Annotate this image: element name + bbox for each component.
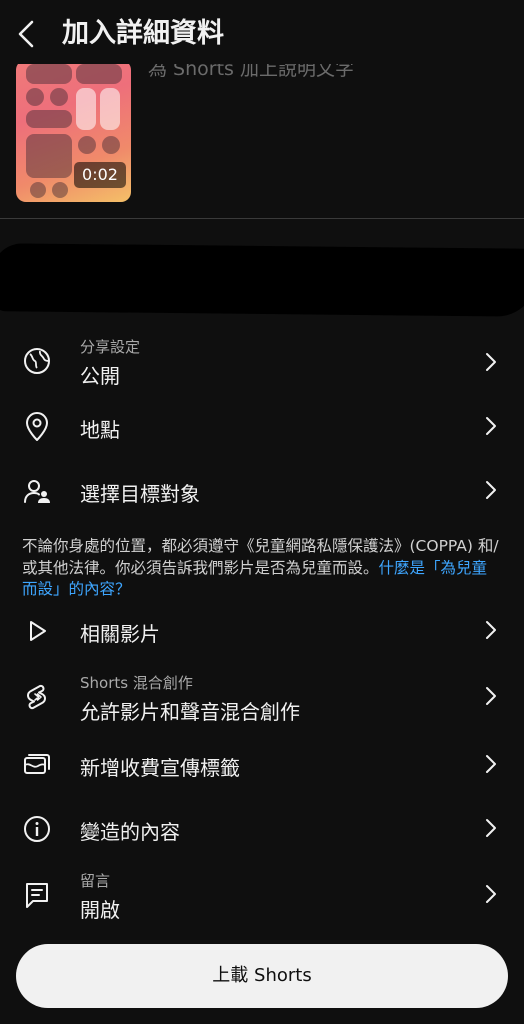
chevron-right-icon [486,885,496,903]
remix-label: Shorts 混合創作 [80,674,193,692]
shorts-remix-icon [27,684,46,710]
chevron-right-icon [486,621,496,639]
thumbnail-tile [50,88,68,106]
paid-promotion-label: 新增收費宣傳標籤 [80,756,240,780]
video-preview-row: 為 Shorts 加上說明文字 0:02 [0,64,524,218]
play-icon [30,621,46,641]
redacted-title-area [0,243,524,317]
audience-label: 選擇目標對象 [80,482,200,506]
chevron-right-icon [486,755,496,773]
thumbnail-tile [52,182,68,198]
thumbnail-tile [26,64,72,84]
thumbnail-tile [30,182,46,198]
page-title: 加入詳細資料 [62,18,224,49]
video-duration-badge: 0:02 [74,162,126,188]
altered-content-row[interactable]: 變造的內容 [0,810,524,850]
thumbnail-tile [76,88,96,130]
chevron-right-icon [486,687,496,705]
related-video-label: 相關影片 [80,622,160,646]
visibility-setting-row[interactable]: 分享設定 公開 [0,336,524,392]
thumbnail-tile [76,64,122,84]
back-arrow-icon [18,20,34,48]
comments-value: 開啟 [80,898,120,922]
location-pin-icon [26,412,48,441]
chevron-right-icon [486,481,496,499]
location-setting-row[interactable]: 地點 [0,408,524,448]
comments-setting-row[interactable]: 留言 開啟 [0,870,524,926]
upload-shorts-button[interactable]: 上載 Shorts [16,944,508,1008]
divider [0,218,524,219]
remix-value: 允許影片和聲音混合創作 [80,700,300,724]
back-button[interactable] [10,14,46,54]
visibility-label: 分享設定 [80,338,141,356]
paid-promotion-icon [24,754,50,774]
comments-label: 留言 [80,872,111,890]
thumbnail-tile [26,134,72,178]
info-icon [24,816,50,842]
globe-icon [24,348,50,374]
coppa-notice: 不論你身處的位置，都必須遵守《兒童網路私隱保護法》(COPPA) 和/或其他法律… [22,536,502,601]
paid-promotion-row[interactable]: 新增收費宣傳標籤 [0,746,524,786]
audience-setting-row[interactable]: 選擇目標對象 [0,472,524,512]
thumbnail-tile [26,88,44,106]
related-video-row[interactable]: 相關影片 [0,612,524,652]
audience-person-icon [24,480,50,503]
comment-icon [26,883,48,908]
location-label: 地點 [80,418,120,442]
caption-input[interactable]: 為 Shorts 加上說明文字 [148,64,354,81]
thumbnail-tile [26,110,72,128]
remix-setting-row[interactable]: Shorts 混合創作 允許影片和聲音混合創作 [0,672,524,728]
altered-content-label: 變造的內容 [80,820,180,844]
thumbnail-tile [78,136,96,154]
chevron-right-icon [486,353,496,371]
chevron-right-icon [486,417,496,435]
top-bar: 加入詳細資料 [0,0,524,64]
thumbnail-tile [102,136,120,154]
video-thumbnail[interactable]: 0:02 [16,64,131,202]
chevron-right-icon [486,819,496,837]
thumbnail-tile [100,88,120,130]
visibility-value: 公開 [80,364,120,388]
